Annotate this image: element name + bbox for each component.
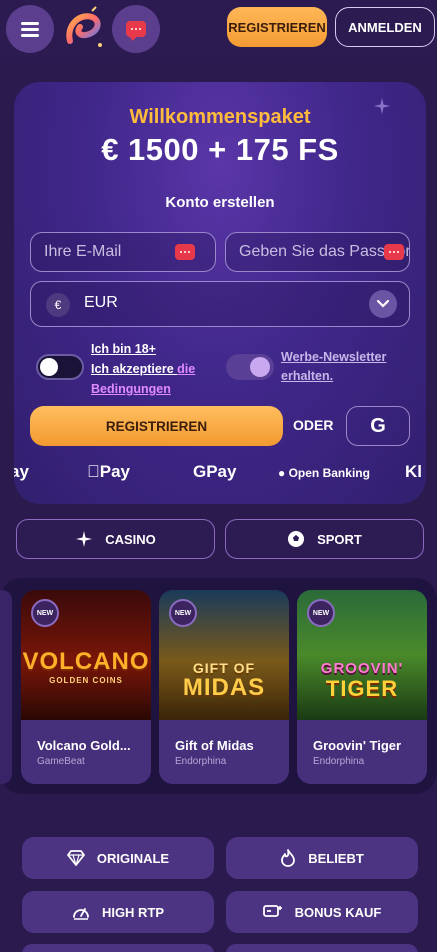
age-terms-toggle[interactable] <box>36 354 84 380</box>
autofill-icon[interactable] <box>384 244 404 260</box>
email-placeholder: Ihre E-Mail <box>44 243 122 260</box>
create-account-title: Konto erstellen <box>165 194 275 211</box>
game-title: Groovin' Tiger <box>313 738 402 753</box>
welcome-title: Willkommenspaket <box>129 106 311 128</box>
high-rtp-label: HIGH RTP <box>101 904 165 920</box>
new-badge: NEW <box>307 599 335 627</box>
payment-methods: ay Pay GPay ● Open Banking Kl <box>14 462 426 488</box>
euro-icon: € <box>46 293 70 317</box>
googlepay-icon: GPay <box>193 462 237 481</box>
welcome-bonus: € 1500 + 175 FS <box>101 132 339 167</box>
brand-logo[interactable] <box>62 5 106 51</box>
popular-label: BELIEBT <box>308 850 364 866</box>
game-provider: Endorphina <box>313 756 365 767</box>
menu-button[interactable] <box>6 5 54 53</box>
newsletter-toggle[interactable] <box>226 354 274 380</box>
currency-value: EUR <box>84 294 118 311</box>
payment-method: ay <box>14 462 29 481</box>
sport-label: SPORT <box>317 531 362 547</box>
sport-tab[interactable]: SPORT <box>225 519 424 559</box>
openbanking-icon: ● Open Banking <box>278 466 370 480</box>
grid-button-partial[interactable] <box>22 944 214 952</box>
login-button-header[interactable]: ANMELDEN <box>335 7 435 47</box>
soccer-ball-icon <box>288 531 305 547</box>
password-field[interactable]: Geben Sie das Passwort ein <box>225 232 410 272</box>
gauge-icon <box>73 908 89 920</box>
applepay-icon: Pay <box>87 462 130 481</box>
or-label: ODER <box>293 417 334 433</box>
google-login-button[interactable]: G <box>346 406 410 446</box>
game-provider: Endorphina <box>175 756 227 767</box>
autofill-icon[interactable] <box>175 244 195 260</box>
bonus-buy-button[interactable]: BONUS KAUF <box>226 891 418 933</box>
cart-icon <box>262 905 282 917</box>
new-badge: NEW <box>31 599 59 627</box>
originals-button[interactable]: ORIGINALE <box>22 837 214 879</box>
games-carousel[interactable]: VOLCANO GOLDEN COINS NEW Volcano Gold...… <box>0 578 437 794</box>
chat-icon <box>126 21 146 41</box>
flame-icon <box>281 849 296 867</box>
game-title: Volcano Gold... <box>37 738 131 753</box>
originals-label: ORIGINALE <box>96 850 170 866</box>
welcome-card: Willkommenspaket € 1500 + 175 FS Konto e… <box>14 82 426 504</box>
casino-icon <box>76 531 93 547</box>
high-rtp-button[interactable]: HIGH RTP <box>22 891 214 933</box>
hamburger-icon <box>21 19 39 40</box>
top-header: REGISTRIEREN ANMELDEN <box>0 0 437 58</box>
register-button-header[interactable]: REGISTRIEREN <box>227 7 327 47</box>
klarna-icon: Kl <box>405 462 422 481</box>
game-title: Gift of Midas <box>175 738 254 753</box>
game-card[interactable]: GROOVIN' TIGER NEW Groovin' Tiger Endorp… <box>297 590 427 784</box>
google-icon: G <box>370 414 386 437</box>
casino-label: CASINO <box>105 531 156 547</box>
new-badge: NEW <box>169 599 197 627</box>
email-field[interactable]: Ihre E-Mail <box>30 232 216 272</box>
currency-select[interactable]: € EUR <box>30 281 410 327</box>
accept-text: Ich akzeptiere <box>91 362 178 376</box>
chevron-down-icon <box>369 290 397 318</box>
chat-button[interactable] <box>112 5 160 53</box>
game-card[interactable]: GIFT OF MIDAS NEW Gift of Midas Endorphi… <box>159 590 289 784</box>
age-terms-label: Ich bin 18+ Ich akzeptiere die Bedingung… <box>91 339 221 399</box>
game-provider: GameBeat <box>37 756 85 767</box>
diamond-icon <box>66 850 85 866</box>
game-card[interactable]: VOLCANO GOLDEN COINS NEW Volcano Gold...… <box>21 590 151 784</box>
register-button[interactable]: REGISTRIEREN <box>30 406 283 446</box>
newsletter-label: Werbe-Newsletter erhalten. <box>281 350 387 383</box>
age-confirm-text: Ich bin 18+ <box>91 342 156 356</box>
popular-button[interactable]: BELIEBT <box>226 837 418 879</box>
grid-button-partial[interactable] <box>226 944 418 952</box>
casino-tab[interactable]: CASINO <box>16 519 215 559</box>
bonus-buy-label: BONUS KAUF <box>294 904 382 920</box>
game-card-partial[interactable] <box>0 590 12 784</box>
